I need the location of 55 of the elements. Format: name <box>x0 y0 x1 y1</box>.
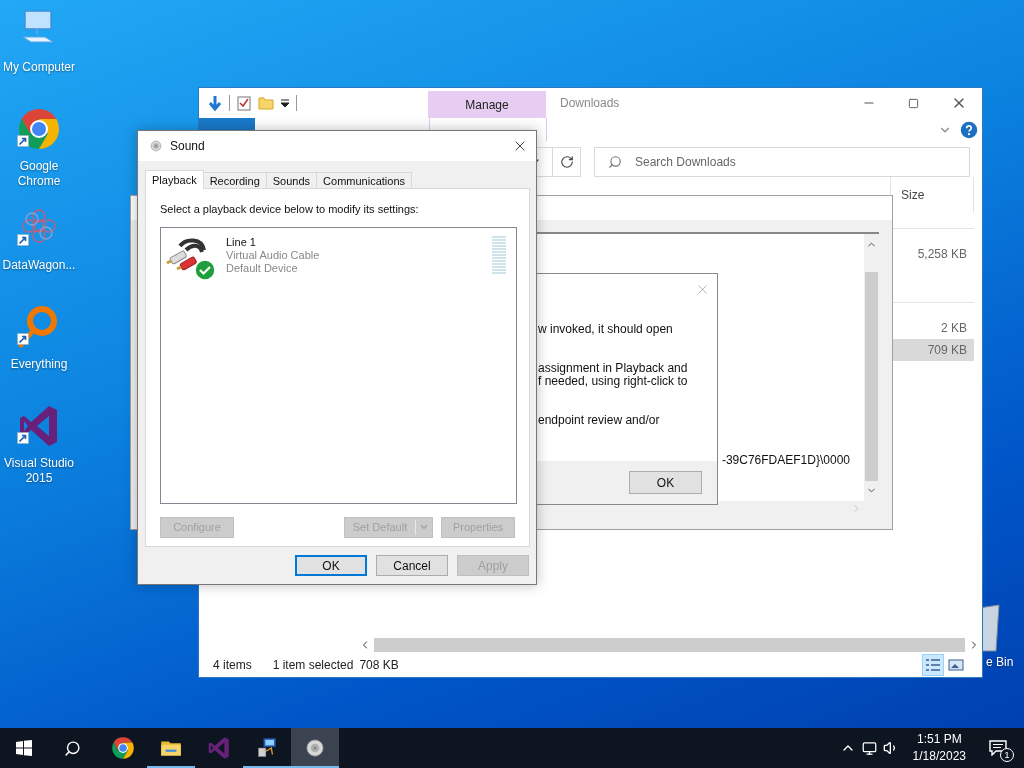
desktop-icon-label[interactable]: e Bin <box>986 653 1014 671</box>
level-meter-drawing <box>492 235 506 276</box>
device-status: Default Device <box>226 261 299 275</box>
checklist-icon[interactable] <box>236 95 252 111</box>
window-title: Downloads <box>560 95 620 112</box>
maximize-icon <box>908 97 919 109</box>
message-text: w invoked, it should open <box>538 323 674 336</box>
device-item[interactable]: Line 1 Virtual Audio Cable Default Device <box>166 235 511 282</box>
instruction-text: Select a playback device below to modify its settings: <box>160 202 420 217</box>
dialog-title: Sound <box>170 138 205 155</box>
size-cell[interactable]: 5,258 KB <box>890 243 974 265</box>
dialog-button[interactable]: OK <box>295 555 367 576</box>
details-view-button[interactable] <box>922 654 944 676</box>
message-text: f needed, using right-click to <box>538 375 689 388</box>
column-header[interactable]: Size <box>901 186 925 204</box>
size-cell[interactable]: 709 KB <box>890 339 974 361</box>
selection-size: 708 KB <box>359 657 399 674</box>
registry-path-text: -39C76FDAEF1D}\0000 <box>721 452 850 469</box>
visual-studio-icon <box>206 735 232 761</box>
notification-count: 1 <box>1000 748 1014 762</box>
desktop-icon-label[interactable]: Visual Studio 2015 <box>0 456 78 486</box>
image-icon <box>948 658 964 672</box>
network-icon[interactable] <box>861 740 877 756</box>
clock-date: 1/18/2023 <box>912 748 966 765</box>
clock-time: 1:51 PM <box>916 731 962 748</box>
list-icon <box>925 658 941 672</box>
notifications-button[interactable]: 1 <box>978 728 1018 768</box>
dialog-tab[interactable]: Playback <box>145 170 204 189</box>
speaker-icon <box>148 138 164 154</box>
search-icon <box>63 739 81 757</box>
scrollbar-thumb[interactable] <box>865 272 878 481</box>
device-name: Line 1 <box>226 235 257 249</box>
dialog-button[interactable]: Cancel <box>376 555 448 576</box>
windows-logo-icon <box>16 740 32 756</box>
selection-status: 1 item selected <box>272 657 354 674</box>
taskbar-app-button[interactable] <box>291 728 339 768</box>
context-tab-header[interactable]: Manage <box>428 91 546 118</box>
search-icon <box>608 155 622 169</box>
message-icon <box>989 740 1007 756</box>
message-text: assignment in Playback and <box>538 362 689 375</box>
chrome-icon <box>110 735 136 761</box>
search-field[interactable]: Search Downloads <box>594 147 970 177</box>
down-arrow-icon[interactable] <box>207 95 223 111</box>
ok-button[interactable]: OK <box>629 471 702 494</box>
message-text: endpoint review and/or <box>538 414 661 427</box>
scrollbar-thumb[interactable] <box>374 638 965 652</box>
refresh-icon <box>559 155 574 169</box>
device-driver: Virtual Audio Cable <box>226 248 320 262</box>
help-icon[interactable] <box>960 120 978 139</box>
folder-icon[interactable] <box>258 95 274 111</box>
caret-icon <box>419 522 429 532</box>
size-cell[interactable]: 2 KB <box>890 317 974 339</box>
item-count: 4 items <box>213 657 252 674</box>
clock[interactable]: 1:51 PM 1/18/2023 <box>904 728 974 768</box>
desktop-icon-label[interactable]: Everything <box>0 357 78 372</box>
